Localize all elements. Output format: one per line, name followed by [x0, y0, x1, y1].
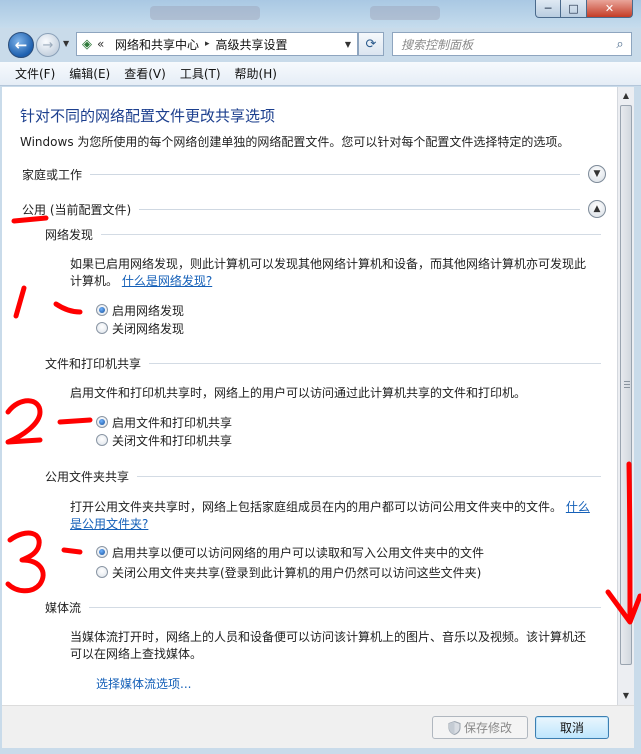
- radio-unselected-icon[interactable]: [96, 566, 108, 578]
- shield-icon: [448, 720, 461, 735]
- back-button[interactable]: ←: [8, 32, 34, 58]
- choose-media-streaming-link[interactable]: 选择媒体流选项...: [96, 675, 191, 692]
- radio-disable-network-discovery[interactable]: 关闭网络发现: [96, 319, 184, 337]
- page-subtitle: Windows 为您所使用的每个网络创建单独的网络配置文件。您可以针对每个配置文…: [20, 135, 570, 149]
- blurred-title: [370, 6, 440, 20]
- overflow-chevron-icon[interactable]: «: [97, 37, 111, 51]
- search-placeholder: 搜索控制面板: [401, 37, 474, 52]
- section-file-printer-sharing: 文件和打印机共享: [45, 354, 601, 372]
- expand-chevron-icon[interactable]: ▼: [588, 165, 606, 183]
- maximize-button[interactable]: □: [561, 0, 587, 18]
- radio-label: 关闭公用文件夹共享(登录到此计算机的用户仍然可以访问这些文件夹): [112, 565, 482, 580]
- section-media-streaming: 媒体流: [45, 598, 601, 616]
- radio-label: 关闭文件和打印机共享: [112, 433, 233, 448]
- menu-help[interactable]: 帮助(H): [228, 63, 284, 84]
- blurred-title: [150, 6, 260, 20]
- menu-view[interactable]: 查看(V): [117, 63, 173, 84]
- radio-selected-icon[interactable]: [96, 546, 108, 558]
- divider: [137, 475, 601, 477]
- description-text: 当媒体流打开时，网络上的人员和设备便可以访问该计算机上的图片、音乐以及视频。该计…: [70, 630, 587, 661]
- cancel-label: 取消: [559, 721, 584, 735]
- divider: [149, 362, 601, 364]
- scroll-down-icon[interactable]: ▼: [618, 687, 634, 704]
- divider: [139, 208, 580, 210]
- minimize-button[interactable]: ─: [535, 0, 561, 18]
- search-input[interactable]: 搜索控制面板 ⌕: [392, 32, 632, 56]
- search-icon[interactable]: ⌕: [609, 37, 631, 52]
- section-description: 当媒体流打开时，网络上的人员和设备便可以访问该计算机上的图片、音乐以及视频。该计…: [70, 629, 595, 663]
- radio-disable-public-folder-sharing[interactable]: 关闭公用文件夹共享(登录到此计算机的用户仍然可以访问这些文件夹): [96, 563, 481, 581]
- profile-home-work[interactable]: 家庭或工作 ▼: [22, 163, 606, 185]
- radio-selected-icon[interactable]: [96, 304, 108, 316]
- breadcrumb-advanced-sharing[interactable]: 高级共享设置: [212, 36, 292, 53]
- grip-line: [624, 387, 630, 388]
- radio-enable-public-folder-sharing[interactable]: 启用共享以便可以访问网络的用户可以读取和写入公用文件夹中的文件: [96, 543, 484, 561]
- radio-label: 启用共享以便可以访问网络的用户可以读取和写入公用文件夹中的文件: [112, 545, 485, 560]
- section-network-discovery: 网络发现: [45, 225, 601, 243]
- menu-bar: 文件(F) 编辑(E) 查看(V) 工具(T) 帮助(H): [0, 62, 641, 86]
- radio-enable-file-printer-sharing[interactable]: 启用文件和打印机共享: [96, 413, 232, 431]
- bottom-button-bar: 保存修改 取消: [2, 705, 634, 748]
- description-text: 启用文件和打印机共享时，网络上的用户可以访问通过此计算机共享的文件和打印机。: [70, 386, 527, 400]
- section-public-folder-sharing: 公用文件夹共享: [45, 467, 601, 485]
- section-title: 文件和打印机共享: [45, 356, 142, 371]
- radio-label: 启用网络发现: [112, 303, 185, 318]
- menu-file[interactable]: 文件(F): [8, 63, 62, 84]
- content-pane: 针对不同的网络配置文件更改共享选项 Windows 为您所使用的每个网络创建单独…: [2, 87, 617, 705]
- radio-label: 关闭网络发现: [112, 321, 185, 336]
- forward-button[interactable]: →: [36, 33, 60, 57]
- refresh-button[interactable]: ⟳: [358, 32, 384, 56]
- section-description: 启用文件和打印机共享时，网络上的用户可以访问通过此计算机共享的文件和打印机。: [70, 385, 595, 402]
- grip-line: [624, 381, 630, 382]
- scroll-thumb[interactable]: [620, 105, 632, 665]
- description-text: 打开公用文件夹共享时，网络上包括家庭组成员在内的用户都可以访问公用文件夹中的文件…: [70, 500, 563, 514]
- collapse-chevron-icon[interactable]: ▲: [588, 200, 606, 218]
- radio-selected-icon[interactable]: [96, 416, 108, 428]
- section-description: 打开公用文件夹共享时，网络上包括家庭组成员在内的用户都可以访问公用文件夹中的文件…: [70, 499, 595, 533]
- section-title: 公用文件夹共享: [45, 469, 130, 484]
- menu-edit[interactable]: 编辑(E): [62, 63, 117, 84]
- page-title: 针对不同的网络配置文件更改共享选项: [20, 107, 276, 125]
- scroll-up-icon[interactable]: ▲: [618, 87, 634, 104]
- history-dropdown-icon[interactable]: ▼: [63, 39, 69, 48]
- address-row: ← → ▼ ◈ « 网络和共享中心 ▸ 高级共享设置 ▼ ⟳ 搜索控制面板 ⌕: [0, 28, 641, 62]
- network-discovery-help-link[interactable]: 什么是网络发现?: [122, 274, 212, 288]
- grip-line: [624, 384, 630, 385]
- divider: [101, 233, 601, 235]
- breadcrumb-network-center[interactable]: 网络和共享中心: [111, 36, 203, 53]
- address-dropdown-icon[interactable]: ▼: [339, 40, 357, 49]
- profile-public[interactable]: 公用 (当前配置文件) ▲: [22, 198, 606, 220]
- breadcrumb-separator-icon[interactable]: ▸: [203, 39, 212, 49]
- title-bar: ─ □ ✕: [0, 0, 641, 28]
- refresh-icon: ⟳: [365, 36, 377, 52]
- section-description: 如果已启用网络发现，则此计算机可以发现其他网络计算机和设备，而其他网络计算机亦可…: [70, 256, 595, 290]
- back-arrow-icon: ←: [14, 36, 28, 54]
- radio-enable-network-discovery[interactable]: 启用网络发现: [96, 301, 184, 319]
- profile-label: 家庭或工作: [22, 167, 83, 182]
- save-changes-button[interactable]: 保存修改: [432, 716, 528, 739]
- caption-buttons: ─ □ ✕: [535, 0, 633, 18]
- radio-label: 启用文件和打印机共享: [112, 415, 233, 430]
- save-label: 保存修改: [463, 721, 512, 735]
- radio-unselected-icon[interactable]: [96, 322, 108, 334]
- radio-disable-file-printer-sharing[interactable]: 关闭文件和打印机共享: [96, 431, 232, 449]
- profile-label: 公用 (当前配置文件): [22, 202, 132, 217]
- control-panel-icon: ◈: [82, 36, 92, 52]
- cancel-button[interactable]: 取消: [535, 716, 609, 739]
- vertical-scrollbar[interactable]: ▲ ▼: [617, 87, 634, 705]
- radio-unselected-icon[interactable]: [96, 434, 108, 446]
- divider: [90, 173, 580, 175]
- address-bar[interactable]: ◈ « 网络和共享中心 ▸ 高级共享设置 ▼: [76, 32, 358, 56]
- section-title: 网络发现: [45, 227, 94, 242]
- divider: [89, 606, 601, 608]
- forward-arrow-icon: →: [42, 37, 54, 53]
- close-button[interactable]: ✕: [587, 0, 633, 18]
- menu-tools[interactable]: 工具(T): [173, 63, 228, 84]
- section-title: 媒体流: [45, 600, 82, 615]
